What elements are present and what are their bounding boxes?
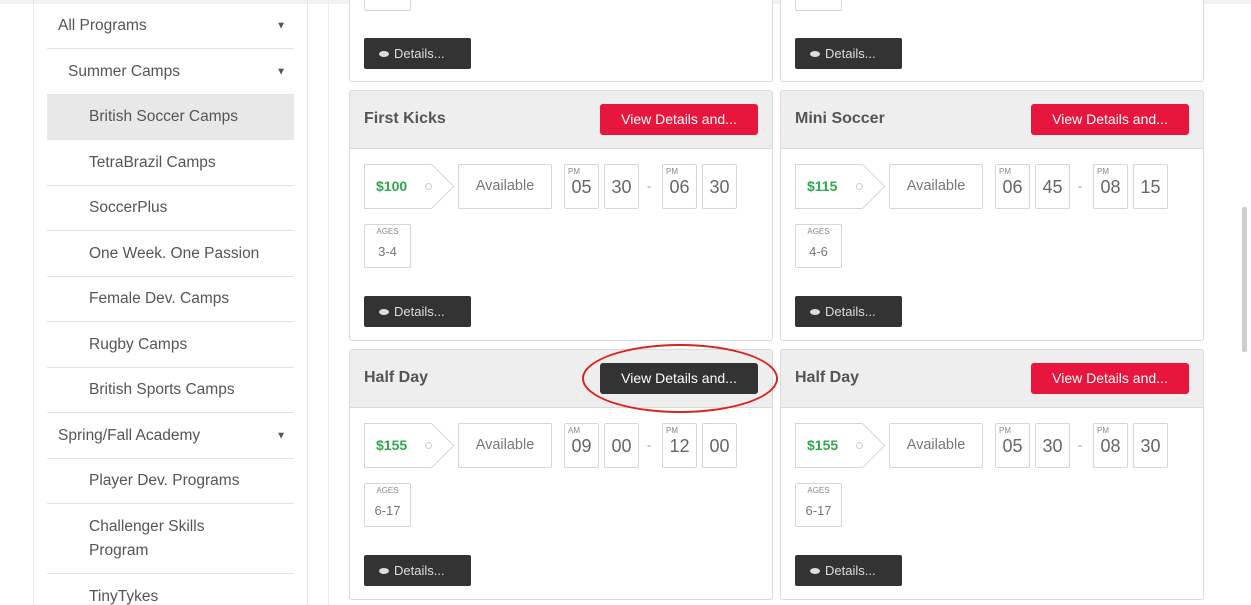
price-tag: $100 — [364, 164, 455, 209]
end-minute-box: 30 — [702, 164, 737, 209]
sidebar-item-label: Summer Camps — [68, 62, 180, 80]
program-card-partial: Details... — [780, 0, 1204, 82]
view-details-button[interactable]: View Details and... — [600, 104, 758, 135]
price-tag: $155 — [795, 423, 886, 468]
sidebar-item-label: Challenger Skills Program — [89, 517, 205, 559]
card-title: First Kicks — [364, 110, 446, 127]
availability-badge: Available — [889, 423, 983, 468]
details-button[interactable]: Details... — [795, 555, 902, 586]
program-card-first-kicks: First Kicks View Details and... $100 Ava… — [349, 90, 773, 341]
sidebar-item-label: Player Dev. Programs — [89, 472, 240, 489]
eye-icon — [379, 567, 389, 574]
end-minute-box: 00 — [702, 423, 737, 468]
time-separator: - — [647, 438, 651, 452]
sidebar-item-rugby-camps[interactable]: Rugby Camps — [47, 322, 294, 368]
details-button[interactable]: Details... — [364, 296, 471, 327]
end-hour-box: PM 08 — [1093, 423, 1128, 468]
eye-icon — [810, 50, 820, 57]
sidebar-item-label: One Week. One Passion — [89, 244, 260, 262]
card-header: Mini Soccer View Details and... — [781, 91, 1203, 149]
eye-icon — [379, 50, 389, 57]
eye-icon — [810, 308, 820, 315]
ages-box: AGES 3-4 — [364, 224, 411, 268]
sidebar-item-spring-fall-academy[interactable]: Spring/Fall Academy ▼ — [47, 413, 294, 459]
card-title: Half Day — [364, 369, 429, 386]
end-hour-box: PM 12 — [662, 423, 697, 468]
sidebar-item-label: Rugby Camps — [89, 335, 188, 353]
sidebar-item-label: British Sports Camps — [89, 381, 235, 398]
chevron-down-icon[interactable]: ▼ — [276, 430, 286, 441]
program-card-half-day-pm: Half Day View Details and... $155 Availa… — [780, 349, 1204, 600]
program-card-partial: Details... — [349, 0, 773, 82]
end-minute-box: 30 — [1133, 423, 1168, 468]
chevron-down-icon[interactable]: ▼ — [276, 21, 286, 32]
start-minute-box: 30 — [1035, 423, 1070, 468]
start-hour-box: PM 05 — [564, 164, 599, 209]
ages-box: AGES 6-17 — [364, 483, 411, 527]
tag-hole-icon — [425, 183, 432, 190]
details-button[interactable]: Details... — [795, 38, 902, 69]
availability-badge: Available — [458, 423, 552, 468]
sidebar-item-player-dev-programs[interactable]: Player Dev. Programs — [47, 459, 294, 504]
ages-box-partial — [364, 0, 411, 11]
sidebar-item-one-week-one-passion[interactable]: One Week. One Passion — [47, 231, 294, 277]
sidebar-item-summer-camps[interactable]: Summer Camps ▼ — [47, 49, 294, 95]
program-sidebar: All Programs ▼ Summer Camps ▼ British So… — [33, 0, 308, 605]
card-title: Mini Soccer — [795, 110, 885, 127]
annotation-circle — [582, 344, 778, 413]
start-minute-box: 45 — [1035, 164, 1070, 209]
sidebar-item-challenger-skills-program[interactable]: Challenger Skills Program — [47, 504, 294, 574]
availability-badge: Available — [889, 164, 983, 209]
end-hour-box: PM 08 — [1093, 164, 1128, 209]
card-title: Half Day — [795, 369, 860, 386]
start-hour-box: PM 05 — [995, 423, 1030, 468]
start-hour-box: AM 09 — [564, 423, 599, 468]
sidebar-item-label: All Programs — [58, 17, 147, 34]
ages-box: AGES 4-6 — [795, 224, 842, 268]
tag-hole-icon — [425, 442, 432, 449]
eye-icon — [810, 567, 820, 574]
availability-badge: Available — [458, 164, 552, 209]
start-minute-box: 30 — [604, 164, 639, 209]
tag-hole-icon — [856, 183, 863, 190]
eye-icon — [379, 308, 389, 315]
view-details-button[interactable]: View Details and... — [1031, 363, 1189, 394]
end-minute-box: 15 — [1133, 164, 1168, 209]
sidebar-item-label: SoccerPlus — [89, 199, 168, 216]
sidebar-item-label: Spring/Fall Academy — [58, 426, 201, 444]
scrollbar[interactable] — [1242, 207, 1247, 352]
details-button[interactable]: Details... — [364, 555, 471, 586]
sidebar-item-british-sports-camps[interactable]: British Sports Camps — [47, 368, 294, 413]
card-header: Half Day View Details and... — [781, 350, 1203, 408]
details-button[interactable]: Details... — [795, 296, 902, 327]
sidebar-item-label: TinyTykes — [89, 588, 159, 605]
time-separator: - — [1078, 179, 1082, 193]
sidebar-item-tetrabrazil-camps[interactable]: TetraBrazil Camps — [47, 140, 294, 186]
ages-box-partial — [795, 0, 842, 11]
view-details-button[interactable]: View Details and... — [1031, 104, 1189, 135]
card-header: First Kicks View Details and... — [350, 91, 772, 149]
sidebar-item-all-programs[interactable]: All Programs ▼ — [47, 4, 294, 49]
price-tag: $115 — [795, 164, 886, 209]
sidebar-item-female-dev-camps[interactable]: Female Dev. Camps — [47, 277, 294, 322]
time-separator: - — [1078, 438, 1082, 452]
chevron-down-icon[interactable]: ▼ — [276, 66, 286, 77]
sidebar-item-tinytykes[interactable]: TinyTykes — [47, 574, 294, 605]
sidebar-item-label: TetraBrazil Camps — [89, 153, 216, 171]
ages-box: AGES 6-17 — [795, 483, 842, 527]
price-tag: $155 — [364, 423, 455, 468]
start-hour-box: PM 06 — [995, 164, 1030, 209]
sidebar-item-soccerplus[interactable]: SoccerPlus — [47, 186, 294, 231]
sidebar-item-british-soccer-camps[interactable]: British Soccer Camps — [47, 95, 294, 140]
tag-hole-icon — [856, 442, 863, 449]
sidebar-item-label: British Soccer Camps — [89, 108, 239, 125]
time-separator: - — [647, 179, 651, 193]
program-card-mini-soccer: Mini Soccer View Details and... $115 Ava… — [780, 90, 1204, 341]
content-divider — [328, 0, 329, 605]
details-button[interactable]: Details... — [364, 38, 471, 69]
sidebar-item-label: Female Dev. Camps — [89, 290, 230, 307]
end-hour-box: PM 06 — [662, 164, 697, 209]
start-minute-box: 00 — [604, 423, 639, 468]
